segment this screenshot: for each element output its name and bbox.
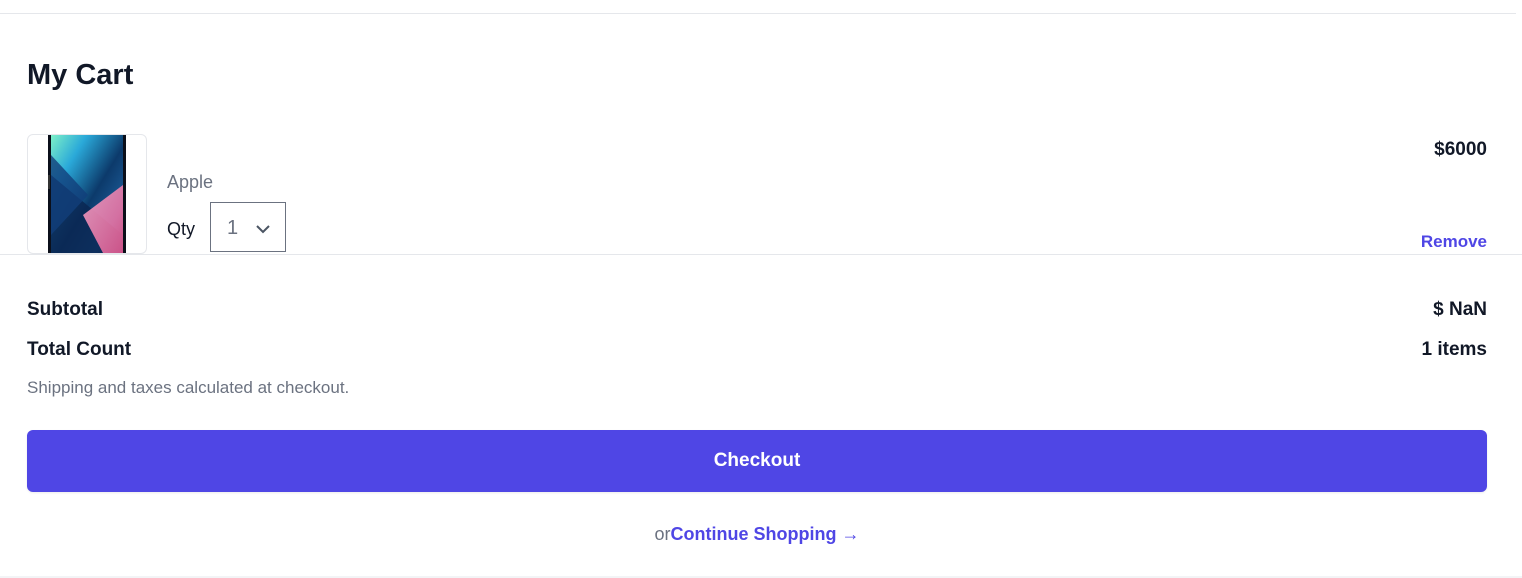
- product-image[interactable]: [27, 134, 147, 254]
- iphone-product-image: [48, 135, 126, 253]
- section-divider: [0, 254, 1522, 255]
- product-brand: Apple: [167, 172, 214, 192]
- continue-shopping-row: orContinue Shopping →: [0, 524, 1514, 545]
- page-title: My Cart: [27, 59, 134, 91]
- subtotal-label: Subtotal: [27, 299, 103, 320]
- cart-item: Apple Qty 1 $6000 Remove: [27, 134, 1487, 254]
- qty-label: Qty: [167, 219, 196, 239]
- cart-page: My Cart Apple Qty 1 $6000 Remove Subtota…: [0, 0, 1522, 578]
- item-price: $6000: [1434, 139, 1487, 160]
- qty-select[interactable]: 1: [210, 202, 286, 252]
- checkout-button[interactable]: Checkout: [27, 430, 1487, 492]
- total-count-label: Total Count: [27, 339, 132, 360]
- remove-button[interactable]: Remove: [1421, 232, 1487, 252]
- top-divider: [0, 13, 1516, 14]
- continue-shopping-link[interactable]: Continue Shopping →: [671, 524, 860, 544]
- total-count-value: 1 items: [1421, 339, 1487, 360]
- shipping-note: Shipping and taxes calculated at checkou…: [27, 378, 350, 397]
- or-text: or: [654, 524, 671, 544]
- subtotal-value: $ NaN: [1433, 299, 1487, 320]
- qty-value: 1: [227, 217, 239, 239]
- chevron-down-icon: [255, 221, 271, 239]
